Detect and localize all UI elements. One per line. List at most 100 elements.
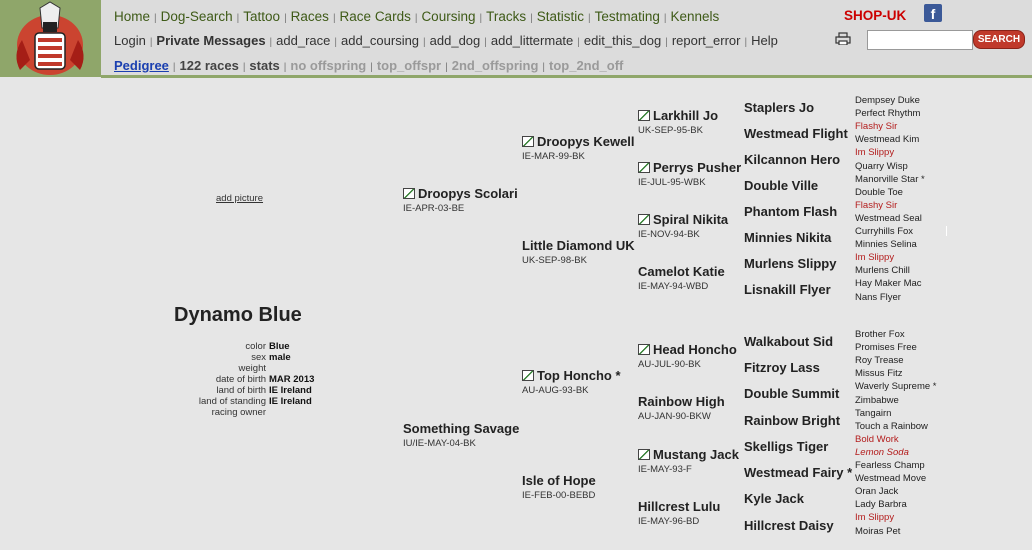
- pedigree-g5-dog[interactable]: Manorville Star *: [855, 174, 925, 185]
- nav-kennels[interactable]: Kennels: [670, 9, 719, 24]
- chart-icon[interactable]: [638, 214, 650, 225]
- dog-link[interactable]: Hillcrest Daisy: [744, 518, 834, 533]
- pedigree-g5-dog[interactable]: Westmead Seal: [855, 213, 922, 224]
- nav-report-error[interactable]: report_error: [672, 33, 741, 48]
- dog-link[interactable]: Droopys Kewell: [537, 134, 635, 149]
- dog-link[interactable]: Minnies Nikita: [744, 230, 831, 245]
- pedigree-g5-dog[interactable]: Im Slippy: [855, 252, 894, 263]
- pedigree-g5-dog[interactable]: Perfect Rhythm: [855, 108, 920, 119]
- dog-link[interactable]: Double Summit: [744, 386, 839, 401]
- chart-icon[interactable]: [522, 370, 534, 381]
- nav-login[interactable]: Login: [114, 33, 146, 48]
- pedigree-g5-dog[interactable]: Im Slippy: [855, 147, 894, 158]
- pedigree-g5-dog[interactable]: Oran Jack: [855, 486, 898, 497]
- nav-private-messages[interactable]: Private Messages: [156, 33, 265, 48]
- dog-link[interactable]: Walkabout Sid: [744, 334, 833, 349]
- dog-link[interactable]: Fitzroy Lass: [744, 360, 820, 375]
- dog-link[interactable]: Droopys Scolari: [418, 186, 518, 201]
- pedigree-g5-dog[interactable]: Quarry Wisp: [855, 161, 908, 172]
- chart-icon[interactable]: [403, 188, 415, 199]
- pedigree-g5-dog[interactable]: Waverly Supreme *: [855, 381, 936, 392]
- dog-link[interactable]: Isle of Hope: [522, 473, 596, 488]
- coat-of-arms-logo[interactable]: [0, 0, 101, 77]
- pedigree-g5-dog[interactable]: Minnies Selina: [855, 239, 917, 250]
- pedigree-g5-dog[interactable]: Bold Work: [855, 434, 899, 445]
- dog-link[interactable]: Rainbow Bright: [744, 413, 840, 428]
- dog-link[interactable]: Kilcannon Hero: [744, 152, 840, 167]
- nav-statistic[interactable]: Statistic: [537, 9, 584, 24]
- dog-link[interactable]: Phantom Flash: [744, 204, 837, 219]
- nav-race-cards[interactable]: Race Cards: [340, 9, 411, 24]
- pedigree-g5-dog[interactable]: Tangairn: [855, 408, 891, 419]
- pedigree-g5-dog[interactable]: Westmead Move: [855, 473, 926, 484]
- pedigree-g5-dog[interactable]: Curryhills Fox: [855, 226, 913, 237]
- facebook-icon[interactable]: f: [924, 4, 942, 22]
- dog-link[interactable]: Larkhill Jo: [653, 108, 718, 123]
- nav-add-race[interactable]: add_race: [276, 33, 330, 48]
- nav-help[interactable]: Help: [751, 33, 778, 48]
- nav-2nd-offspring[interactable]: 2nd_offspring: [452, 58, 539, 73]
- pedigree-g5-dog[interactable]: Double Toe: [855, 187, 903, 198]
- nav-add-coursing[interactable]: add_coursing: [341, 33, 419, 48]
- dog-link[interactable]: Mustang Jack: [653, 447, 739, 462]
- pedigree-g5-dog[interactable]: Lemon Soda: [855, 447, 909, 458]
- pedigree-g5-dog[interactable]: Brother Fox: [855, 329, 905, 340]
- pedigree-g5-dog[interactable]: Flashy Sir: [855, 200, 897, 211]
- dog-link[interactable]: Hillcrest Lulu: [638, 499, 720, 514]
- dog-link[interactable]: Staplers Jo: [744, 100, 814, 115]
- nav-coursing[interactable]: Coursing: [421, 9, 475, 24]
- add-picture-link[interactable]: add picture: [216, 193, 263, 204]
- nav-dog-search[interactable]: Dog-Search: [161, 9, 233, 24]
- dog-link[interactable]: Lisnakill Flyer: [744, 282, 831, 297]
- pedigree-g5-dog[interactable]: Fearless Champ: [855, 460, 925, 471]
- dog-link[interactable]: Something Savage: [403, 421, 519, 436]
- dog-link[interactable]: Skelligs Tiger: [744, 439, 828, 454]
- nav-top-2nd-off[interactable]: top_2nd_off: [549, 58, 623, 73]
- nav-add-dog[interactable]: add_dog: [430, 33, 481, 48]
- logo-area[interactable]: [0, 0, 103, 77]
- nav-races[interactable]: Races: [291, 9, 329, 24]
- search-button[interactable]: SEARCH: [973, 30, 1025, 49]
- chart-icon[interactable]: [638, 449, 650, 460]
- nav-testmating[interactable]: Testmating: [595, 9, 660, 24]
- pedigree-g5-dog[interactable]: Zimbabwe: [855, 395, 899, 406]
- nav-home[interactable]: Home: [114, 9, 150, 24]
- pedigree-g5-dog[interactable]: Touch a Rainbow: [855, 421, 928, 432]
- pedigree-g5-dog[interactable]: Im Slippy: [855, 512, 894, 523]
- pedigree-g5-dog[interactable]: Roy Trease: [855, 355, 904, 366]
- nav-add-littermate[interactable]: add_littermate: [491, 33, 573, 48]
- nav-edit-this-dog[interactable]: edit_this_dog: [584, 33, 661, 48]
- pedigree-g5-dog[interactable]: Nans Flyer: [855, 292, 901, 303]
- dog-link[interactable]: Head Honcho: [653, 342, 737, 357]
- pedigree-g5-dog[interactable]: Westmead Kim: [855, 134, 919, 145]
- dog-link[interactable]: Rainbow High: [638, 394, 725, 409]
- chart-icon[interactable]: [638, 110, 650, 121]
- nav-top-offspr[interactable]: top_offspr: [377, 58, 441, 73]
- search-input[interactable]: [867, 30, 973, 50]
- pedigree-g5-dog[interactable]: Lady Barbra: [855, 499, 907, 510]
- pedigree-g5-dog[interactable]: Promises Free: [855, 342, 917, 353]
- pedigree-g5-dog[interactable]: Hay Maker Mac: [855, 278, 922, 289]
- chart-icon[interactable]: [522, 136, 534, 147]
- nav-no-offspring[interactable]: no offspring: [290, 58, 366, 73]
- print-icon[interactable]: [835, 32, 851, 45]
- chart-icon[interactable]: [638, 344, 650, 355]
- pedigree-g5-dog[interactable]: Moiras Pet: [855, 526, 900, 537]
- nav-pedigree[interactable]: Pedigree: [114, 58, 169, 73]
- dog-link[interactable]: Murlens Slippy: [744, 256, 836, 271]
- nav-122-races[interactable]: 122 races: [180, 58, 239, 73]
- pedigree-g5-dog[interactable]: Murlens Chill: [855, 265, 910, 276]
- dog-link[interactable]: Westmead Flight: [744, 126, 848, 141]
- dog-link[interactable]: Westmead Fairy *: [744, 465, 852, 480]
- dog-link[interactable]: Top Honcho *: [537, 368, 621, 383]
- dog-link[interactable]: Little Diamond UK: [522, 238, 635, 253]
- dog-link[interactable]: Perrys Pusher: [653, 160, 741, 175]
- nav-tattoo[interactable]: Tattoo: [243, 9, 280, 24]
- nav-tracks[interactable]: Tracks: [486, 9, 526, 24]
- pedigree-g5-dog[interactable]: Dempsey Duke: [855, 95, 920, 106]
- nav-stats[interactable]: stats: [249, 58, 279, 73]
- dog-link[interactable]: Kyle Jack: [744, 491, 804, 506]
- shop-uk-link[interactable]: SHOP-UK: [844, 8, 906, 23]
- dog-link[interactable]: Spiral Nikita: [653, 212, 728, 227]
- dog-link[interactable]: Camelot Katie: [638, 264, 725, 279]
